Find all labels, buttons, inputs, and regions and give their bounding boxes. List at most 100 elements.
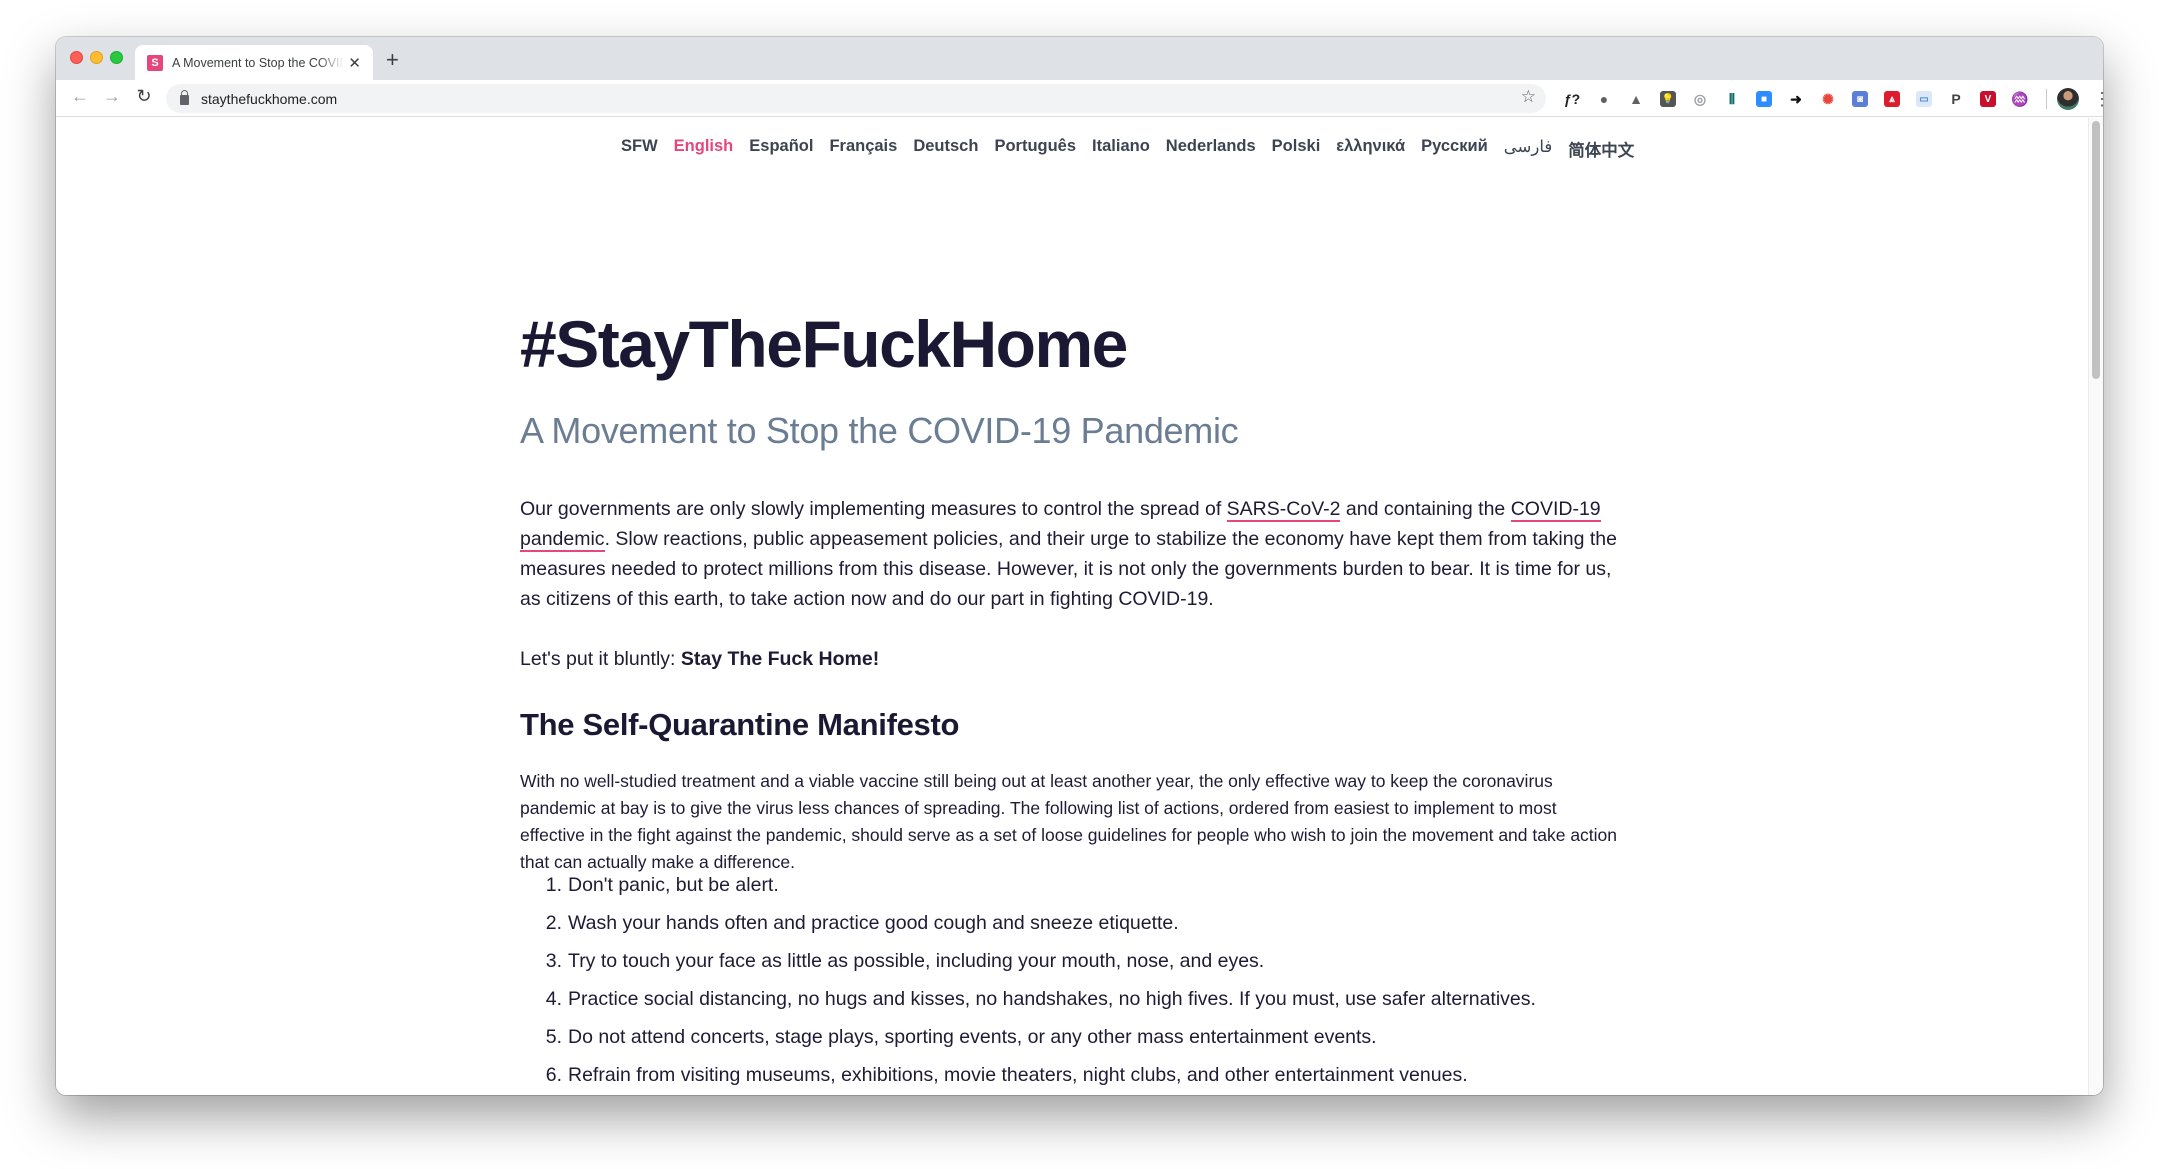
action-list-item: 1. Don't panic, but be alert.: [520, 866, 1536, 904]
owl-glyph-icon: ◎: [1693, 90, 1707, 107]
camera-extension-icon[interactable]: ◙: [1844, 85, 1876, 113]
back-button[interactable]: ←: [68, 86, 92, 107]
minimize-window-button[interactable]: [90, 51, 103, 64]
intro-text: . Slow reactions, public appeasement pol…: [520, 528, 1617, 610]
scrollbar-thumb[interactable]: [2092, 121, 2100, 379]
intro-text: Our governments are only slowly implemen…: [520, 498, 1227, 520]
list-item-text: Refrain from visiting museums, exhibitio…: [568, 1064, 1468, 1086]
language-link-lang-1[interactable]: English: [674, 137, 734, 161]
arrow-glyph-icon: ➜: [1790, 90, 1802, 107]
circle-extension-icon[interactable]: ●: [1588, 85, 1620, 113]
color-wheel-glyph-icon: ✺: [1822, 90, 1834, 107]
blunt-statement: Let's put it bluntly: Stay The Fuck Home…: [520, 644, 879, 674]
arrow-extension-icon[interactable]: ➜: [1780, 85, 1812, 113]
mendeley-glyph-icon: ⩓: [1884, 91, 1900, 107]
language-link-lang-10[interactable]: Русский: [1421, 137, 1488, 161]
action-list-item: 5. Do not attend concerts, stage plays, s…: [520, 1018, 1536, 1056]
language-link-lang-4[interactable]: Deutsch: [913, 137, 978, 161]
list-number: 2.: [545, 912, 562, 934]
browser-toolbar: ← → ↻ staythefuckhome.com ☆ ƒ? ● ▲ 💡 ◎ ⦀ ■ ➜ ✺ ◙ ⩓…: [56, 80, 2103, 117]
action-list-item: 4. Practice social distancing, no hugs an…: [520, 980, 1536, 1018]
tab-strip: S A Movement to Stop the COVID-19 Pandem…: [56, 37, 2103, 80]
v-glyph-icon: V: [1980, 91, 1996, 107]
list-item-text: Do not attend concerts, stage plays, spo…: [568, 1026, 1377, 1048]
new-tab-button[interactable]: +: [386, 47, 399, 73]
site-favicon-icon: S: [147, 54, 163, 71]
language-link-lang-3[interactable]: Français: [829, 137, 897, 161]
google-drive-extension-icon[interactable]: ▲: [1620, 85, 1652, 113]
actions-list: 1. Don't panic, but be alert. 2. Wash your …: [520, 866, 1536, 1094]
tab-active[interactable]: S A Movement to Stop the COVID-19 Pandem…: [135, 45, 373, 80]
lock-icon[interactable]: [180, 90, 189, 105]
intro-text: and containing the: [1340, 498, 1511, 520]
page-title: #StayTheFuckHome: [520, 307, 1128, 381]
language-link-lang-9[interactable]: ελληνικά: [1336, 137, 1405, 161]
document-extension-icon[interactable]: ▭: [1908, 85, 1940, 113]
language-link-lang-5[interactable]: Português: [994, 137, 1076, 161]
page-viewport: SFW English Español Français Deutsch Portuguê…: [56, 118, 2103, 1095]
action-list-item: 3. Try to touch your face as little as po…: [520, 942, 1536, 980]
reload-button[interactable]: ↻: [132, 86, 156, 107]
url-text[interactable]: staythefuckhome.com: [201, 91, 337, 107]
bars-glyph-icon: ⦀: [1728, 90, 1736, 107]
lightbulb-extension-icon[interactable]: 💡: [1652, 85, 1684, 113]
language-link-sfw[interactable]: SFW: [621, 137, 658, 161]
manifesto-heading: The Self-Quarantine Manifesto: [520, 707, 960, 742]
language-link-lang-8[interactable]: Polski: [1272, 137, 1321, 161]
zoom-extension-icon[interactable]: ■: [1748, 85, 1780, 113]
document-glyph-icon: ▭: [1916, 91, 1932, 107]
browser-menu-icon[interactable]: ⋮: [2093, 90, 2103, 108]
font-ninja-glyph-icon: ƒ?: [1563, 91, 1581, 107]
tab-title: A Movement to Stop the COVID-19 Pandemic: [172, 55, 344, 70]
action-list-item: 2. Wash your hands often and practice goo…: [520, 904, 1536, 942]
octopus-glyph-icon: ♒: [2011, 90, 2029, 107]
font-ninja-extension-icon[interactable]: ƒ?: [1556, 85, 1588, 113]
list-item-text: Practice social distancing, no hugs and …: [568, 988, 1536, 1010]
browser-window: S A Movement to Stop the COVID-19 Pandem…: [56, 37, 2103, 1095]
close-window-button[interactable]: [70, 51, 83, 64]
bars-extension-icon[interactable]: ⦀: [1716, 85, 1748, 113]
list-item-text: Wash your hands often and practice good …: [568, 912, 1179, 934]
p-extension-icon[interactable]: P: [1940, 85, 1972, 113]
camera-glyph-icon: ◙: [1852, 91, 1868, 107]
zoom-glyph-icon: ■: [1756, 91, 1772, 107]
toolbar-divider: [2046, 89, 2047, 109]
mendeley-extension-icon[interactable]: ⩓: [1876, 85, 1908, 113]
language-link-lang-7[interactable]: Nederlands: [1166, 137, 1256, 161]
extensions-toolbar: ƒ? ● ▲ 💡 ◎ ⦀ ■ ➜ ✺ ◙ ⩓ ▭ P V ♒ ⋮: [1556, 85, 2103, 113]
address-bar[interactable]: staythefuckhome.com ☆: [166, 84, 1546, 113]
sars-cov-2-link[interactable]: SARS-CoV-2: [1226, 498, 1341, 522]
maximize-window-button[interactable]: [110, 51, 123, 64]
language-link-lang-11[interactable]: فارسی: [1504, 137, 1552, 161]
blunt-emphasis: Stay The Fuck Home!: [680, 648, 880, 670]
page-subtitle: A Movement to Stop the COVID-19 Pandemic: [520, 410, 1239, 451]
intro-paragraph: Our governments are only slowly implemen…: [520, 494, 1620, 614]
google-drive-glyph-icon: ▲: [1629, 91, 1643, 107]
list-number: 3.: [545, 950, 562, 972]
language-link-lang-6[interactable]: Italiano: [1092, 137, 1150, 161]
list-item-text: Don't panic, but be alert.: [568, 874, 779, 896]
profile-avatar[interactable]: [2057, 88, 2079, 110]
list-number: 6.: [545, 1064, 562, 1086]
bookmark-star-icon[interactable]: ☆: [1521, 87, 1536, 107]
list-number: 4.: [545, 988, 562, 1010]
color-wheel-extension-icon[interactable]: ✺: [1812, 85, 1844, 113]
language-nav: SFW English Español Français Deutsch Portuguê…: [621, 137, 1650, 161]
language-link-lang-2[interactable]: Español: [749, 137, 813, 161]
lightbulb-glyph-icon: 💡: [1660, 91, 1676, 107]
manifesto-paragraph: With no well-studied treatment and a via…: [520, 771, 1618, 872]
list-number: 1.: [545, 874, 562, 896]
p-glyph-icon: P: [1951, 91, 1961, 107]
circle-glyph-icon: ●: [1599, 91, 1609, 107]
close-tab-icon[interactable]: ✕: [348, 54, 361, 72]
v-extension-icon[interactable]: V: [1972, 85, 2004, 113]
owl-extension-icon[interactable]: ◎: [1684, 85, 1716, 113]
vertical-scrollbar[interactable]: [2088, 118, 2103, 1095]
list-item-text: Try to touch your face as little as poss…: [568, 950, 1265, 972]
blunt-lead: Let's put it bluntly:: [520, 648, 681, 670]
language-link-lang-12[interactable]: 简体中文: [1568, 137, 1634, 161]
action-list-item: 6. Refrain from visiting museums, exhibit…: [520, 1056, 1536, 1094]
octopus-extension-icon[interactable]: ♒: [2004, 85, 2036, 113]
forward-button[interactable]: →: [100, 86, 124, 107]
list-number: 5.: [545, 1026, 562, 1048]
